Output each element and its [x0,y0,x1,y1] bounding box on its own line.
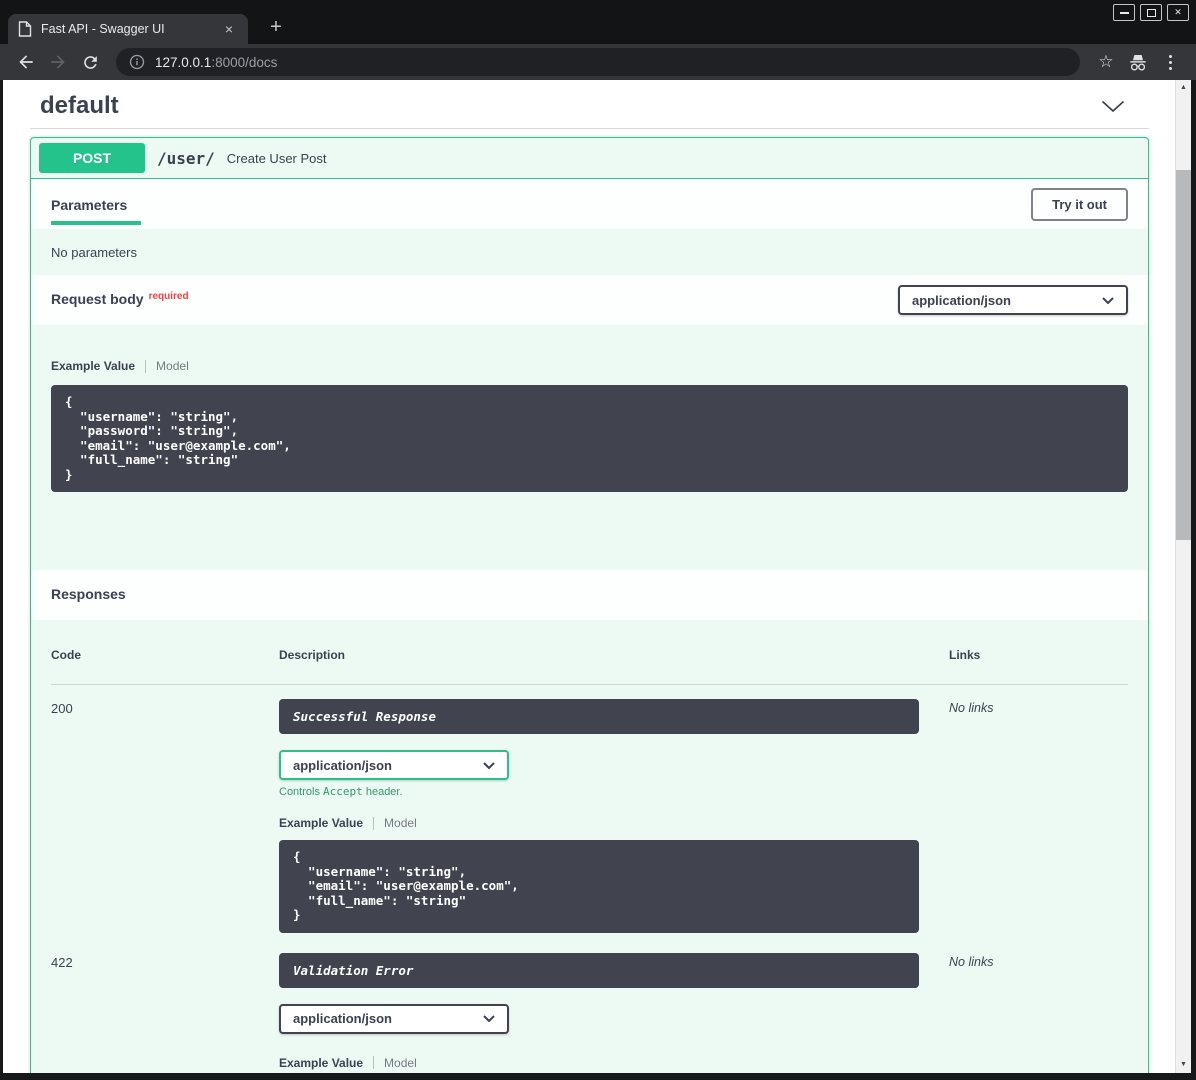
response-content-type-select[interactable]: application/json [279,1004,509,1034]
no-parameters-text: No parameters [31,229,1148,275]
browser-chrome: ✕ Fast API - Swagger UI × + 127.0.0.1:80… [0,0,1196,80]
response-description: Validation Error [279,953,919,988]
window-titlebar: ✕ [0,0,1196,14]
browser-menu-button[interactable] [1156,48,1184,76]
endpoint-summary[interactable]: POST /user/ Create User Post [31,138,1148,179]
forward-button[interactable] [44,48,72,76]
endpoint-path: /user/ [157,149,215,168]
opblock-post-user: POST /user/ Create User Post Parameters … [30,137,1149,1073]
response-row-422: 422 Validation Error application/json Ex… [51,939,1128,1074]
response-description: Successful Response [279,699,919,734]
incognito-icon [1127,53,1149,72]
tab-separator [373,817,374,830]
url-text: 127.0.0.1:8000/docs [155,55,277,70]
browser-toolbar: 127.0.0.1:8000/docs ☆ [0,44,1196,80]
close-icon: ✕ [1174,5,1182,20]
response-example-code: { "username": "string", "email": "user@e… [279,840,919,933]
chevron-down-icon[interactable] [1101,100,1125,113]
address-bar[interactable]: 127.0.0.1:8000/docs [116,48,1080,76]
maximize-icon [1147,9,1156,17]
forward-arrow-icon [48,52,68,72]
responses-table: Code Description Links 200 Successful Re… [31,620,1148,1073]
response-code: 200 [51,699,279,933]
browser-viewport: default POST /user/ Create User Post Par… [3,80,1191,1073]
new-tab-button[interactable]: + [264,16,288,40]
tab-model[interactable]: Model [384,1056,417,1070]
back-button[interactable] [12,48,40,76]
request-content-type-select[interactable]: application/json [898,285,1128,315]
try-it-out-button[interactable]: Try it out [1031,188,1128,221]
scroll-down-icon[interactable]: ▼ [1176,1057,1191,1073]
tab-title: Fast API - Swagger UI [41,22,211,36]
window-maximize-button[interactable] [1140,4,1162,21]
star-icon: ☆ [1098,52,1113,72]
accept-header-note: Controls Accept header. [279,785,919,798]
request-body-section: Example Value Model { "username": "strin… [31,325,1148,570]
tab-parameters[interactable]: Parameters [51,184,141,225]
responses-header: Responses [31,570,1148,620]
section-divider [30,128,1149,129]
kebab-icon [1169,55,1172,58]
swagger-page: default POST /user/ Create User Post Par… [3,80,1175,1073]
responses-label: Responses [51,586,126,602]
request-body-header: Request body required application/json [31,275,1148,325]
chevron-down-icon [483,1015,495,1022]
tab-separator [145,360,146,373]
reload-icon [81,53,100,72]
api-section-header[interactable]: default [30,88,1149,124]
tab-example-value[interactable]: Example Value [279,816,363,830]
chevron-down-icon [1102,297,1114,304]
tab-separator [373,1056,374,1069]
required-badge: required [149,291,189,302]
bookmark-button[interactable]: ☆ [1092,48,1120,76]
chevron-down-icon [483,762,495,769]
column-links: Links [949,648,980,662]
request-example-code: { "username": "string", "password": "str… [51,385,1128,492]
window-close-button[interactable]: ✕ [1167,4,1189,21]
window-minimize-button[interactable] [1113,4,1135,21]
column-description: Description [279,648,919,662]
endpoint-summary-text: Create User Post [227,151,327,166]
response-content-type-select[interactable]: application/json [279,750,509,780]
reload-button[interactable] [76,48,104,76]
tab-close-icon[interactable]: × [220,20,238,38]
profile-incognito-button[interactable] [1124,48,1152,76]
selected-content-type: application/json [293,758,392,773]
page-scrollbar[interactable]: ▲ ▼ [1175,80,1191,1073]
tab-example-value[interactable]: Example Value [279,1056,363,1070]
browser-tab[interactable]: Fast API - Swagger UI × [8,14,248,44]
tab-model[interactable]: Model [156,359,189,373]
http-method-badge: POST [39,143,145,173]
info-icon[interactable] [129,54,145,70]
selected-content-type: application/json [912,293,1011,308]
tab-model[interactable]: Model [384,816,417,830]
column-code: Code [51,648,279,662]
responses-table-header: Code Description Links [51,638,1128,685]
request-body-label: Request body [51,291,144,307]
scrollbar-thumb[interactable] [1176,170,1191,540]
response-row-200: 200 Successful Response application/json… [51,685,1128,933]
tab-example-value[interactable]: Example Value [51,359,135,373]
page-favicon-icon [18,21,32,37]
tab-strip: Fast API - Swagger UI × + [0,14,1196,44]
scroll-up-icon[interactable]: ▲ [1176,80,1191,96]
back-arrow-icon [16,52,36,72]
response-links: No links [949,953,993,1074]
response-links: No links [949,699,993,933]
parameters-header: Parameters Try it out [31,179,1148,229]
selected-content-type: application/json [293,1011,392,1026]
section-title: default [40,92,119,120]
response-code: 422 [51,953,279,1074]
minimize-icon [1120,12,1129,14]
